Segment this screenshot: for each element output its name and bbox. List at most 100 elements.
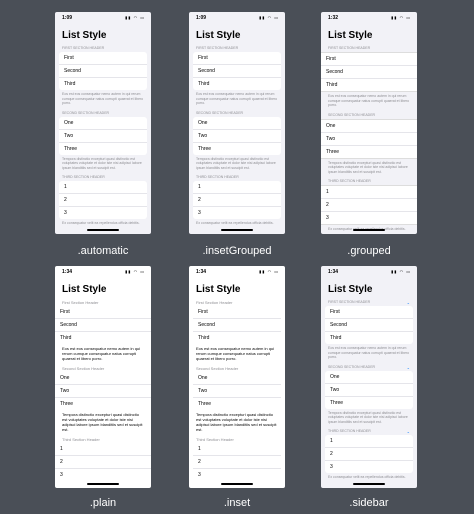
status-bar: 1:09 ▮▮ ◠ ▭: [62, 15, 145, 25]
list-row[interactable]: First: [321, 53, 417, 66]
phone-sidebar: 1:34 ▮▮ ◠ ▭ List Style FIRST SECTION HEAD…: [321, 266, 417, 488]
list-row[interactable]: 3: [193, 469, 281, 481]
phone-inset: 1:34 ▮▮ ◠ ▭ List Style First Section Head…: [189, 266, 285, 488]
list-row[interactable]: Third: [193, 78, 281, 90]
style-caption: .plain: [89, 497, 117, 509]
list-row[interactable]: 3: [55, 469, 151, 481]
section-header: Third Section Header: [62, 437, 100, 442]
list-row[interactable]: Two: [193, 385, 281, 398]
list-row[interactable]: Three: [321, 146, 417, 158]
status-bar: 1:34 ▮▮ ◠ ▭: [196, 269, 279, 279]
home-indicator: [221, 229, 253, 231]
list-row[interactable]: 1: [59, 181, 147, 194]
list: First Section Header First Second Third …: [189, 299, 285, 488]
chevron-down-icon[interactable]: ⌄: [407, 364, 410, 371]
chevron-down-icon[interactable]: ⌄: [407, 428, 410, 435]
section-header: FIRST SECTION HEADER: [62, 46, 105, 50]
list-row[interactable]: Two: [55, 385, 151, 398]
section-group: 1 2 3: [55, 443, 151, 481]
section-footer: Tempora distinctio excepturi quasi disti…: [62, 412, 143, 432]
style-caption: .automatic: [77, 245, 129, 257]
list-row[interactable]: 2: [193, 194, 281, 207]
list: FIRST SECTION HEADER ⌄ First Second Third…: [321, 299, 417, 488]
list-row[interactable]: First: [325, 306, 413, 319]
list-row[interactable]: Third: [321, 79, 417, 91]
list-row[interactable]: Two: [59, 130, 147, 143]
section-group: 1 2 3: [325, 435, 413, 473]
list-row[interactable]: Second: [193, 319, 281, 332]
section-group: One Two Three: [325, 370, 413, 409]
list-row[interactable]: 2: [55, 456, 151, 469]
list-row[interactable]: First: [59, 52, 147, 65]
list-row[interactable]: 1: [55, 443, 151, 456]
section-group: First Second Third: [193, 306, 281, 344]
list-row[interactable]: Three: [325, 397, 413, 409]
list-row[interactable]: Two: [321, 133, 417, 146]
list-row[interactable]: 3: [325, 461, 413, 473]
section-group: One Two Three: [193, 372, 281, 410]
list-row[interactable]: 2: [193, 456, 281, 469]
list-row[interactable]: Two: [325, 384, 413, 397]
section-header[interactable]: THIRD SECTION HEADER ⌄: [321, 428, 417, 435]
section-group: First Second Third: [193, 52, 281, 90]
list-row[interactable]: Second: [59, 65, 147, 78]
list-row[interactable]: One: [55, 372, 151, 385]
home-indicator: [353, 229, 385, 231]
home-indicator: [87, 483, 119, 485]
section-footer: Eos est eos consequatur nemo autem in qu…: [328, 94, 410, 107]
list-row[interactable]: Three: [59, 143, 147, 155]
list-row[interactable]: Second: [321, 66, 417, 79]
page-title: List Style: [328, 284, 373, 295]
section-header[interactable]: SECOND SECTION HEADER ⌄: [321, 364, 417, 371]
list-row[interactable]: Second: [325, 319, 413, 332]
list-row[interactable]: 1: [321, 186, 417, 199]
status-icons: ▮▮ ◠ ▭: [391, 269, 411, 274]
phone-plain: 1:34 ▮▮ ◠ ▭ List Style First Section Head…: [55, 266, 151, 488]
list-row[interactable]: 1: [193, 443, 281, 456]
list-row[interactable]: Third: [59, 78, 147, 90]
list-row[interactable]: First: [193, 52, 281, 65]
list-row[interactable]: 1: [325, 435, 413, 448]
list-row[interactable]: One: [325, 371, 413, 384]
list-row[interactable]: Two: [193, 130, 281, 143]
page-title: List Style: [196, 30, 241, 41]
status-icons: ▮▮ ◠ ▭: [125, 15, 145, 20]
list-row[interactable]: Three: [55, 398, 151, 410]
status-bar: 1:09 ▮▮ ◠ ▭: [196, 15, 279, 25]
section-group: First Second Third: [321, 52, 417, 92]
list-row[interactable]: One: [59, 117, 147, 130]
list-row[interactable]: Second: [193, 65, 281, 78]
list-row[interactable]: 2: [325, 448, 413, 461]
style-caption: .inset: [223, 497, 251, 509]
list-row[interactable]: 2: [59, 194, 147, 207]
page-title: List Style: [196, 284, 241, 295]
list-row[interactable]: One: [193, 372, 281, 385]
list-row[interactable]: 3: [193, 207, 281, 219]
list-row[interactable]: First: [193, 306, 281, 319]
chevron-down-icon[interactable]: ⌄: [407, 299, 410, 306]
phone-grouped: 1:32 ▮▮ ◠ ▭ List Style FIRST SECTION HEAD…: [321, 12, 417, 234]
list-row[interactable]: 1: [193, 181, 281, 194]
section-header[interactable]: FIRST SECTION HEADER ⌄: [321, 299, 417, 306]
list-row[interactable]: One: [321, 120, 417, 133]
section-footer: Eos est eos consequatur nemo autem in qu…: [328, 346, 410, 359]
list-row[interactable]: 2: [321, 199, 417, 212]
section-header: SECOND SECTION HEADER: [62, 110, 110, 115]
list-row[interactable]: 3: [59, 207, 147, 219]
section-group: One Two Three: [55, 372, 151, 410]
section-footer: Tempora distinctio excepturi quasi disti…: [196, 412, 277, 432]
section-group: First Second Third: [59, 52, 147, 90]
list-row[interactable]: Three: [193, 143, 281, 155]
list-row[interactable]: Second: [55, 319, 151, 332]
status-icons: ▮▮ ◠ ▭: [125, 269, 145, 274]
home-indicator: [353, 483, 385, 485]
list-row[interactable]: 3: [321, 212, 417, 224]
status-time: 1:09: [196, 15, 207, 21]
list-row[interactable]: First: [55, 306, 151, 319]
section-group: 1 2 3: [193, 181, 281, 219]
list-row[interactable]: Third: [193, 332, 281, 344]
list-row[interactable]: Third: [325, 332, 413, 344]
list-row[interactable]: Third: [55, 332, 151, 344]
list-row[interactable]: One: [193, 117, 281, 130]
list-row[interactable]: Three: [193, 398, 281, 410]
